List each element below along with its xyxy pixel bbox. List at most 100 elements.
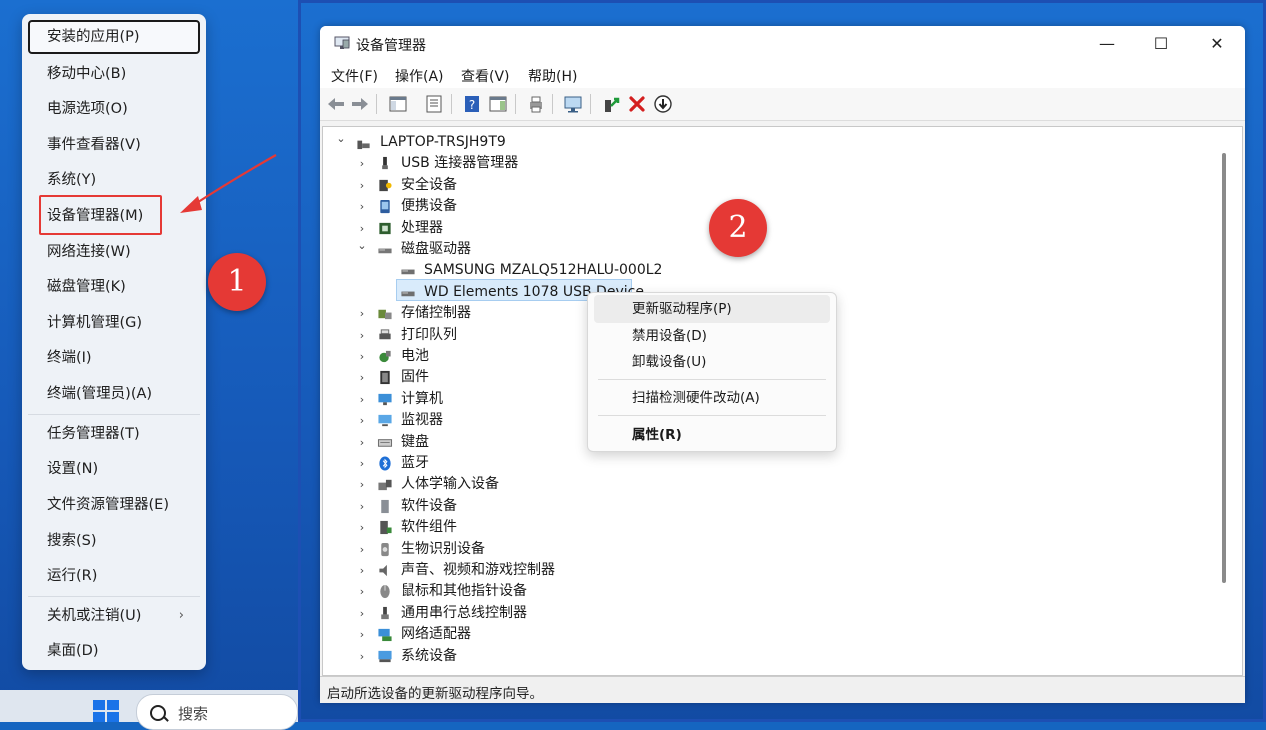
computer-icon: [378, 393, 392, 405]
menu-item-label: 设置(N): [47, 461, 99, 477]
menu-item-desktop[interactable]: 桌面(D): [28, 634, 200, 668]
enable-device-icon[interactable]: [653, 94, 673, 114]
close-button[interactable]: ✕: [1189, 26, 1245, 62]
tree-category[interactable]: › 鼠标和其他指针设备: [360, 581, 877, 602]
maximize-button[interactable]: ☐: [1133, 26, 1189, 62]
tree-category[interactable]: › 生物识别设备: [360, 539, 877, 560]
windows-start-icon[interactable]: [93, 700, 119, 722]
tree-category[interactable]: › 软件设备: [360, 496, 877, 517]
menu-item-system[interactable]: 系统(Y): [28, 163, 200, 197]
menu-item-mobility-center[interactable]: 移动中心(B): [28, 57, 200, 91]
menu-item-terminal[interactable]: 终端(I): [28, 341, 200, 375]
chevron-right-icon[interactable]: ›: [357, 453, 367, 474]
tree-item-label: 键盘: [401, 433, 429, 450]
chevron-right-icon[interactable]: ›: [357, 175, 367, 196]
scan-hardware-monitor-icon[interactable]: [563, 94, 583, 114]
chevron-right-icon[interactable]: ›: [357, 581, 367, 602]
menu-action[interactable]: 操作(A): [395, 66, 444, 86]
tree-category[interactable]: › 网络适配器: [360, 624, 877, 645]
usb-icon: [382, 157, 388, 170]
chevron-right-icon[interactable]: ›: [357, 196, 367, 217]
menu-item-computer-management[interactable]: 计算机管理(G): [28, 306, 200, 340]
menu-file[interactable]: 文件(F): [331, 66, 378, 86]
uninstall-device-icon[interactable]: [627, 94, 647, 114]
chevron-right-icon[interactable]: ›: [357, 539, 367, 560]
minimize-button[interactable]: —: [1079, 26, 1135, 62]
firmware-icon: [380, 371, 390, 385]
menu-item-shutdown[interactable]: 关机或注销(U) ›: [28, 599, 200, 633]
menu-item-disk-management[interactable]: 磁盘管理(K): [28, 270, 200, 304]
printer-icon[interactable]: [526, 94, 546, 114]
chevron-right-icon[interactable]: ›: [357, 496, 367, 517]
menu-help[interactable]: 帮助(H): [528, 66, 577, 86]
tree-root[interactable]: ⌄ LAPTOP-TRSJH9T9: [336, 132, 856, 153]
tree-category[interactable]: › USB 连接器管理器: [360, 153, 877, 174]
vertical-scrollbar[interactable]: [1222, 153, 1226, 583]
menu-item-label: 事件查看器(V): [47, 137, 141, 153]
menu-item-file-explorer[interactable]: 文件资源管理器(E): [28, 488, 200, 522]
toolbar-separator: [376, 94, 377, 114]
chevron-right-icon[interactable]: ›: [357, 303, 367, 324]
keyboard-icon: [377, 438, 393, 447]
context-item-properties[interactable]: 属性(R): [594, 421, 830, 449]
menu-separator: [28, 414, 200, 415]
menu-item-settings[interactable]: 设置(N): [28, 452, 200, 486]
tree-category[interactable]: ⌄ 磁盘驱动器: [357, 239, 877, 260]
software-device-icon: [381, 499, 389, 513]
printer-icon: [379, 329, 391, 339]
tree-category[interactable]: › 系统设备: [360, 646, 877, 667]
show-hide-console-tree-icon[interactable]: [388, 94, 408, 114]
chevron-down-icon[interactable]: ⌄: [336, 128, 346, 149]
properties-sheet-icon[interactable]: [424, 94, 444, 114]
menu-item-installed-apps[interactable]: 安装的应用(P): [28, 20, 200, 54]
action-pane-icon[interactable]: [488, 94, 508, 114]
tree-device[interactable]: SAMSUNG MZALQ512HALU-000L2: [400, 260, 900, 281]
tree-category[interactable]: › 软件组件: [360, 517, 877, 538]
chevron-right-icon[interactable]: ›: [357, 560, 367, 581]
tree-item-label: 人体学输入设备: [401, 476, 499, 493]
chevron-right-icon[interactable]: ›: [357, 153, 367, 174]
title-bar[interactable]: 设备管理器 — ☐ ✕: [320, 26, 1245, 62]
chevron-right-icon[interactable]: ›: [357, 410, 367, 431]
back-arrow-icon[interactable]: [326, 94, 346, 114]
menu-item-label: 磁盘管理(K): [47, 279, 126, 295]
tree-category[interactable]: › 处理器: [360, 218, 877, 239]
context-item-uninstall-device[interactable]: 卸载设备(U): [594, 348, 830, 376]
context-item-scan-hardware[interactable]: 扫描检测硬件改动(A): [594, 384, 830, 412]
chevron-right-icon[interactable]: ›: [357, 474, 367, 495]
menu-item-network-connections[interactable]: 网络连接(W): [28, 235, 200, 269]
menu-item-task-manager[interactable]: 任务管理器(T): [28, 417, 200, 451]
help-icon[interactable]: ?: [462, 94, 482, 114]
chevron-right-icon[interactable]: ›: [357, 517, 367, 538]
battery-icon: [379, 350, 391, 363]
menu-item-event-viewer[interactable]: 事件查看器(V): [28, 128, 200, 162]
forward-arrow-icon[interactable]: [350, 94, 370, 114]
chevron-right-icon[interactable]: ›: [357, 432, 367, 453]
context-item-update-driver[interactable]: 更新驱动程序(P): [594, 295, 830, 323]
menu-view[interactable]: 查看(V): [461, 66, 510, 86]
tree-category[interactable]: › 声音、视频和游戏控制器: [360, 560, 877, 581]
chevron-right-icon[interactable]: ›: [357, 624, 367, 645]
update-driver-icon[interactable]: [601, 94, 621, 114]
chevron-right-icon[interactable]: ›: [357, 325, 367, 346]
tree-category[interactable]: › 便携设备: [360, 196, 877, 217]
chevron-right-icon[interactable]: ›: [357, 389, 367, 410]
tree-category[interactable]: › 安全设备: [360, 175, 877, 196]
tree-category[interactable]: › 通用串行总线控制器: [360, 603, 877, 624]
status-bar: 启动所选设备的更新驱动程序向导。: [320, 676, 1245, 703]
tree-category[interactable]: › 蓝牙: [360, 453, 877, 474]
chevron-right-icon[interactable]: ›: [357, 346, 367, 367]
chevron-right-icon[interactable]: ›: [357, 367, 367, 388]
chevron-right-icon[interactable]: ›: [357, 603, 367, 624]
menu-item-run[interactable]: 运行(R): [28, 559, 200, 593]
menu-item-label: 关机或注销(U): [47, 608, 142, 624]
toolbar-separator: [515, 94, 516, 114]
taskbar-search-label: 搜索: [178, 705, 209, 723]
chevron-down-icon[interactable]: ⌄: [357, 235, 367, 256]
menu-item-power-options[interactable]: 电源选项(O): [28, 92, 200, 126]
menu-item-terminal-admin[interactable]: 终端(管理员)(A): [28, 377, 200, 411]
tree-category[interactable]: › 人体学输入设备: [360, 474, 877, 495]
chevron-right-icon[interactable]: ›: [357, 646, 367, 667]
context-item-disable-device[interactable]: 禁用设备(D): [594, 322, 830, 350]
menu-item-search[interactable]: 搜索(S): [28, 524, 200, 558]
